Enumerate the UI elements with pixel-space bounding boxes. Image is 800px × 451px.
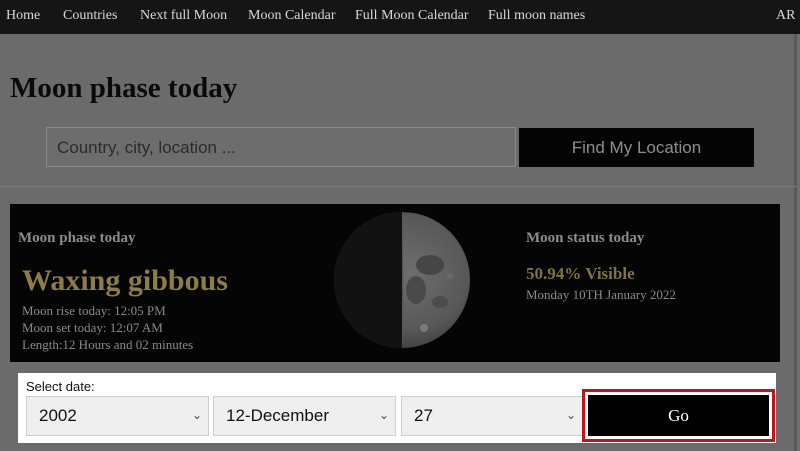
month-select-value: 12-December — [226, 406, 329, 425]
moon-length-text: Length:12 Hours and 02 minutes — [22, 337, 194, 352]
nav-moon-calendar[interactable]: Moon Calendar — [248, 8, 335, 24]
moon-status-heading: Moon status today — [526, 230, 645, 246]
divider — [0, 186, 797, 187]
moon-phase-name: Waxing gibbous — [22, 264, 228, 297]
chevron-down-icon: ⌄ — [565, 408, 576, 422]
moon-phase-heading: Moon phase today — [18, 230, 136, 246]
moon-panel: Moon phase today Waxing gibbous Moon ris… — [10, 204, 780, 362]
search-input[interactable]: Country, city, location ... — [46, 127, 516, 167]
page-title: Moon phase today — [10, 72, 238, 104]
nav-full-moon-calendar[interactable]: Full Moon Calendar — [355, 8, 469, 24]
moon-rise-text: Moon rise today: 12:05 PM — [22, 303, 166, 318]
day-select-value: 27 — [414, 406, 433, 425]
moon-image — [334, 212, 470, 348]
year-select[interactable]: 2002 ⌄ — [26, 396, 209, 436]
find-my-location-button[interactable]: Find My Location — [519, 128, 754, 167]
select-date-label: Select date: — [26, 379, 95, 394]
top-nav: Home Countries Next full Moon Moon Calen… — [0, 0, 800, 34]
go-button-highlight: Go — [582, 389, 775, 442]
visibility-percent: 50.94% Visible — [526, 264, 635, 283]
nav-home[interactable]: Home — [6, 8, 40, 24]
go-button[interactable]: Go — [588, 395, 769, 436]
date-selector: Select date: 2002 ⌄ 12-December ⌄ 27 ⌄ G… — [18, 373, 776, 443]
nav-language-ar[interactable]: AR — [776, 8, 795, 24]
moon-date: Monday 10TH January 2022 — [526, 287, 676, 302]
chevron-down-icon: ⌄ — [191, 408, 202, 422]
moon-set-text: Moon set today: 12:07 AM — [22, 320, 163, 335]
nav-countries[interactable]: Countries — [63, 8, 117, 24]
day-select[interactable]: 27 ⌄ — [401, 396, 583, 436]
nav-next-full-moon[interactable]: Next full Moon — [140, 8, 227, 24]
chevron-down-icon: ⌄ — [378, 408, 389, 422]
nav-full-moon-names[interactable]: Full moon names — [488, 8, 585, 24]
year-select-value: 2002 — [39, 406, 77, 425]
month-select[interactable]: 12-December ⌄ — [213, 396, 396, 436]
